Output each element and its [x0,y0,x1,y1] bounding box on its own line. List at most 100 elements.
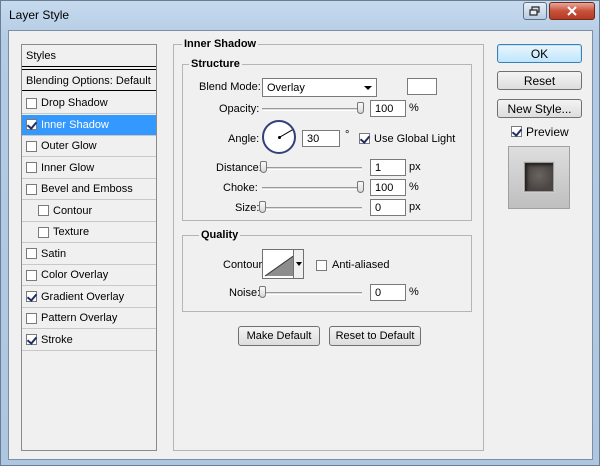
style-item-label: Color Overlay [41,269,109,281]
style-item-contour[interactable]: Contour [22,201,156,222]
style-item-checkbox[interactable] [26,119,37,130]
style-item-label: Satin [41,247,67,260]
make-default-button[interactable]: Make Default [238,326,320,346]
style-item-label: Drop Shadow [41,97,108,109]
style-item-checkbox[interactable] [26,312,37,324]
style-item-checkbox[interactable] [26,162,37,173]
style-item-inner-shadow[interactable]: Inner Shadow [22,114,156,136]
anti-aliased-label: Anti-aliased [332,259,390,271]
noise-unit: % [409,286,419,298]
style-item-stroke[interactable]: Stroke [22,330,156,351]
angle-label: Angle: [228,133,260,145]
opacity-input[interactable] [370,100,406,117]
contour-dropdown-button[interactable] [293,249,304,279]
preview-label: Preview [526,125,569,139]
reset-to-default-button[interactable]: Reset to Default [329,326,421,346]
choke-label: Choke: [223,182,258,194]
style-item-checkbox[interactable] [26,291,37,302]
style-item-label: Inner Shadow [41,118,109,131]
distance-label: Distance: [216,162,262,174]
noise-label: Noise: [229,287,261,299]
style-item-checkbox[interactable] [26,97,37,109]
layer-style-dialog: Layer Style Styles Blending Options: Def… [0,0,600,466]
window-title: Layer Style [9,8,70,22]
new-style-button[interactable]: New Style... [497,99,582,118]
choke-input[interactable] [370,179,406,196]
style-item-inner-glow[interactable]: Inner Glow [22,158,156,179]
ok-button[interactable]: OK [497,44,582,63]
style-item-drop-shadow[interactable]: Drop Shadow [22,93,156,114]
preview-swatch [524,162,554,192]
style-item-gradient-overlay[interactable]: Gradient Overlay [22,287,156,308]
angle-indicator [279,129,293,138]
style-item-label: Gradient Overlay [41,290,125,303]
noise-slider-thumb[interactable] [259,286,266,298]
distance-slider-thumb[interactable] [259,161,267,173]
shadow-color-swatch[interactable] [407,78,437,95]
distance-slider[interactable] [262,167,362,170]
distance-input[interactable] [370,159,406,176]
angle-dial[interactable] [262,120,296,154]
style-item-label: Bevel and Emboss [41,183,133,195]
restore-icon [529,6,540,16]
opacity-slider[interactable] [262,108,362,111]
reset-button[interactable]: Reset [497,71,582,90]
style-item-bevel-and-emboss[interactable]: Bevel and Emboss [22,179,156,200]
style-item-color-overlay[interactable]: Color Overlay [22,265,156,286]
use-global-light-label: Use Global Light [374,133,456,145]
style-item-checkbox[interactable] [26,140,37,152]
blend-mode-select[interactable]: Overlay [262,78,377,97]
style-item-label: Contour [53,204,93,217]
structure-group: Structure Blend Mode: Overlay Opacity: %… [182,58,472,221]
style-item-outer-glow[interactable]: Outer Glow [22,136,156,157]
size-slider[interactable] [262,207,362,210]
blend-mode-label: Blend Mode: [199,81,261,93]
use-global-light-checkbox[interactable] [359,133,370,144]
close-icon [567,6,577,16]
style-item-checkbox[interactable] [26,248,37,259]
structure-title: Structure [189,58,242,70]
style-item-checkbox[interactable] [26,334,37,345]
distance-unit: px [409,161,421,173]
noise-slider[interactable] [262,292,362,295]
style-item-checkbox[interactable] [38,226,49,238]
style-preview [508,146,570,209]
inner-shadow-title: Inner Shadow [182,38,259,50]
style-item-label: Inner Glow [41,161,95,174]
style-item-label: Texture [53,226,90,238]
style-item-checkbox[interactable] [26,269,37,281]
contour-label: Contour: [223,259,266,271]
angle-center [278,136,281,139]
blending-options-item[interactable]: Blending Options: Default [22,69,156,91]
style-item-checkbox[interactable] [38,205,49,216]
style-item-texture[interactable]: Texture [22,222,156,243]
angle-unit: ° [345,129,350,141]
restore-button[interactable] [523,2,547,20]
noise-input[interactable] [370,284,406,301]
angle-input[interactable] [302,130,340,147]
style-item-checkbox[interactable] [26,183,37,195]
styles-header[interactable]: Styles [22,45,156,67]
quality-group: Quality Contour: Anti-aliased Noise: % [182,229,472,312]
anti-aliased-checkbox[interactable] [316,260,327,271]
opacity-unit: % [409,102,419,114]
size-slider-thumb[interactable] [259,201,266,213]
style-item-label: Stroke [41,333,73,346]
style-item-pattern-overlay[interactable]: Pattern Overlay [22,308,156,329]
preview-checkbox[interactable] [511,126,522,137]
opacity-slider-thumb[interactable] [357,102,364,114]
blend-mode-value: Overlay [267,82,305,94]
style-item-satin[interactable]: Satin [22,244,156,265]
choke-slider[interactable] [262,187,362,190]
title-bar[interactable]: Layer Style [1,1,599,29]
choke-slider-thumb[interactable] [357,181,364,193]
size-input[interactable] [370,199,406,216]
style-item-label: Outer Glow [41,140,97,152]
size-unit: px [409,201,421,213]
styles-list: Styles Blending Options: Default Drop Sh… [21,44,157,451]
dialog-content: Styles Blending Options: Default Drop Sh… [8,30,593,460]
style-item-label: Pattern Overlay [41,312,118,324]
quality-title: Quality [199,229,241,241]
opacity-label: Opacity: [219,103,260,115]
close-button[interactable] [549,2,595,20]
